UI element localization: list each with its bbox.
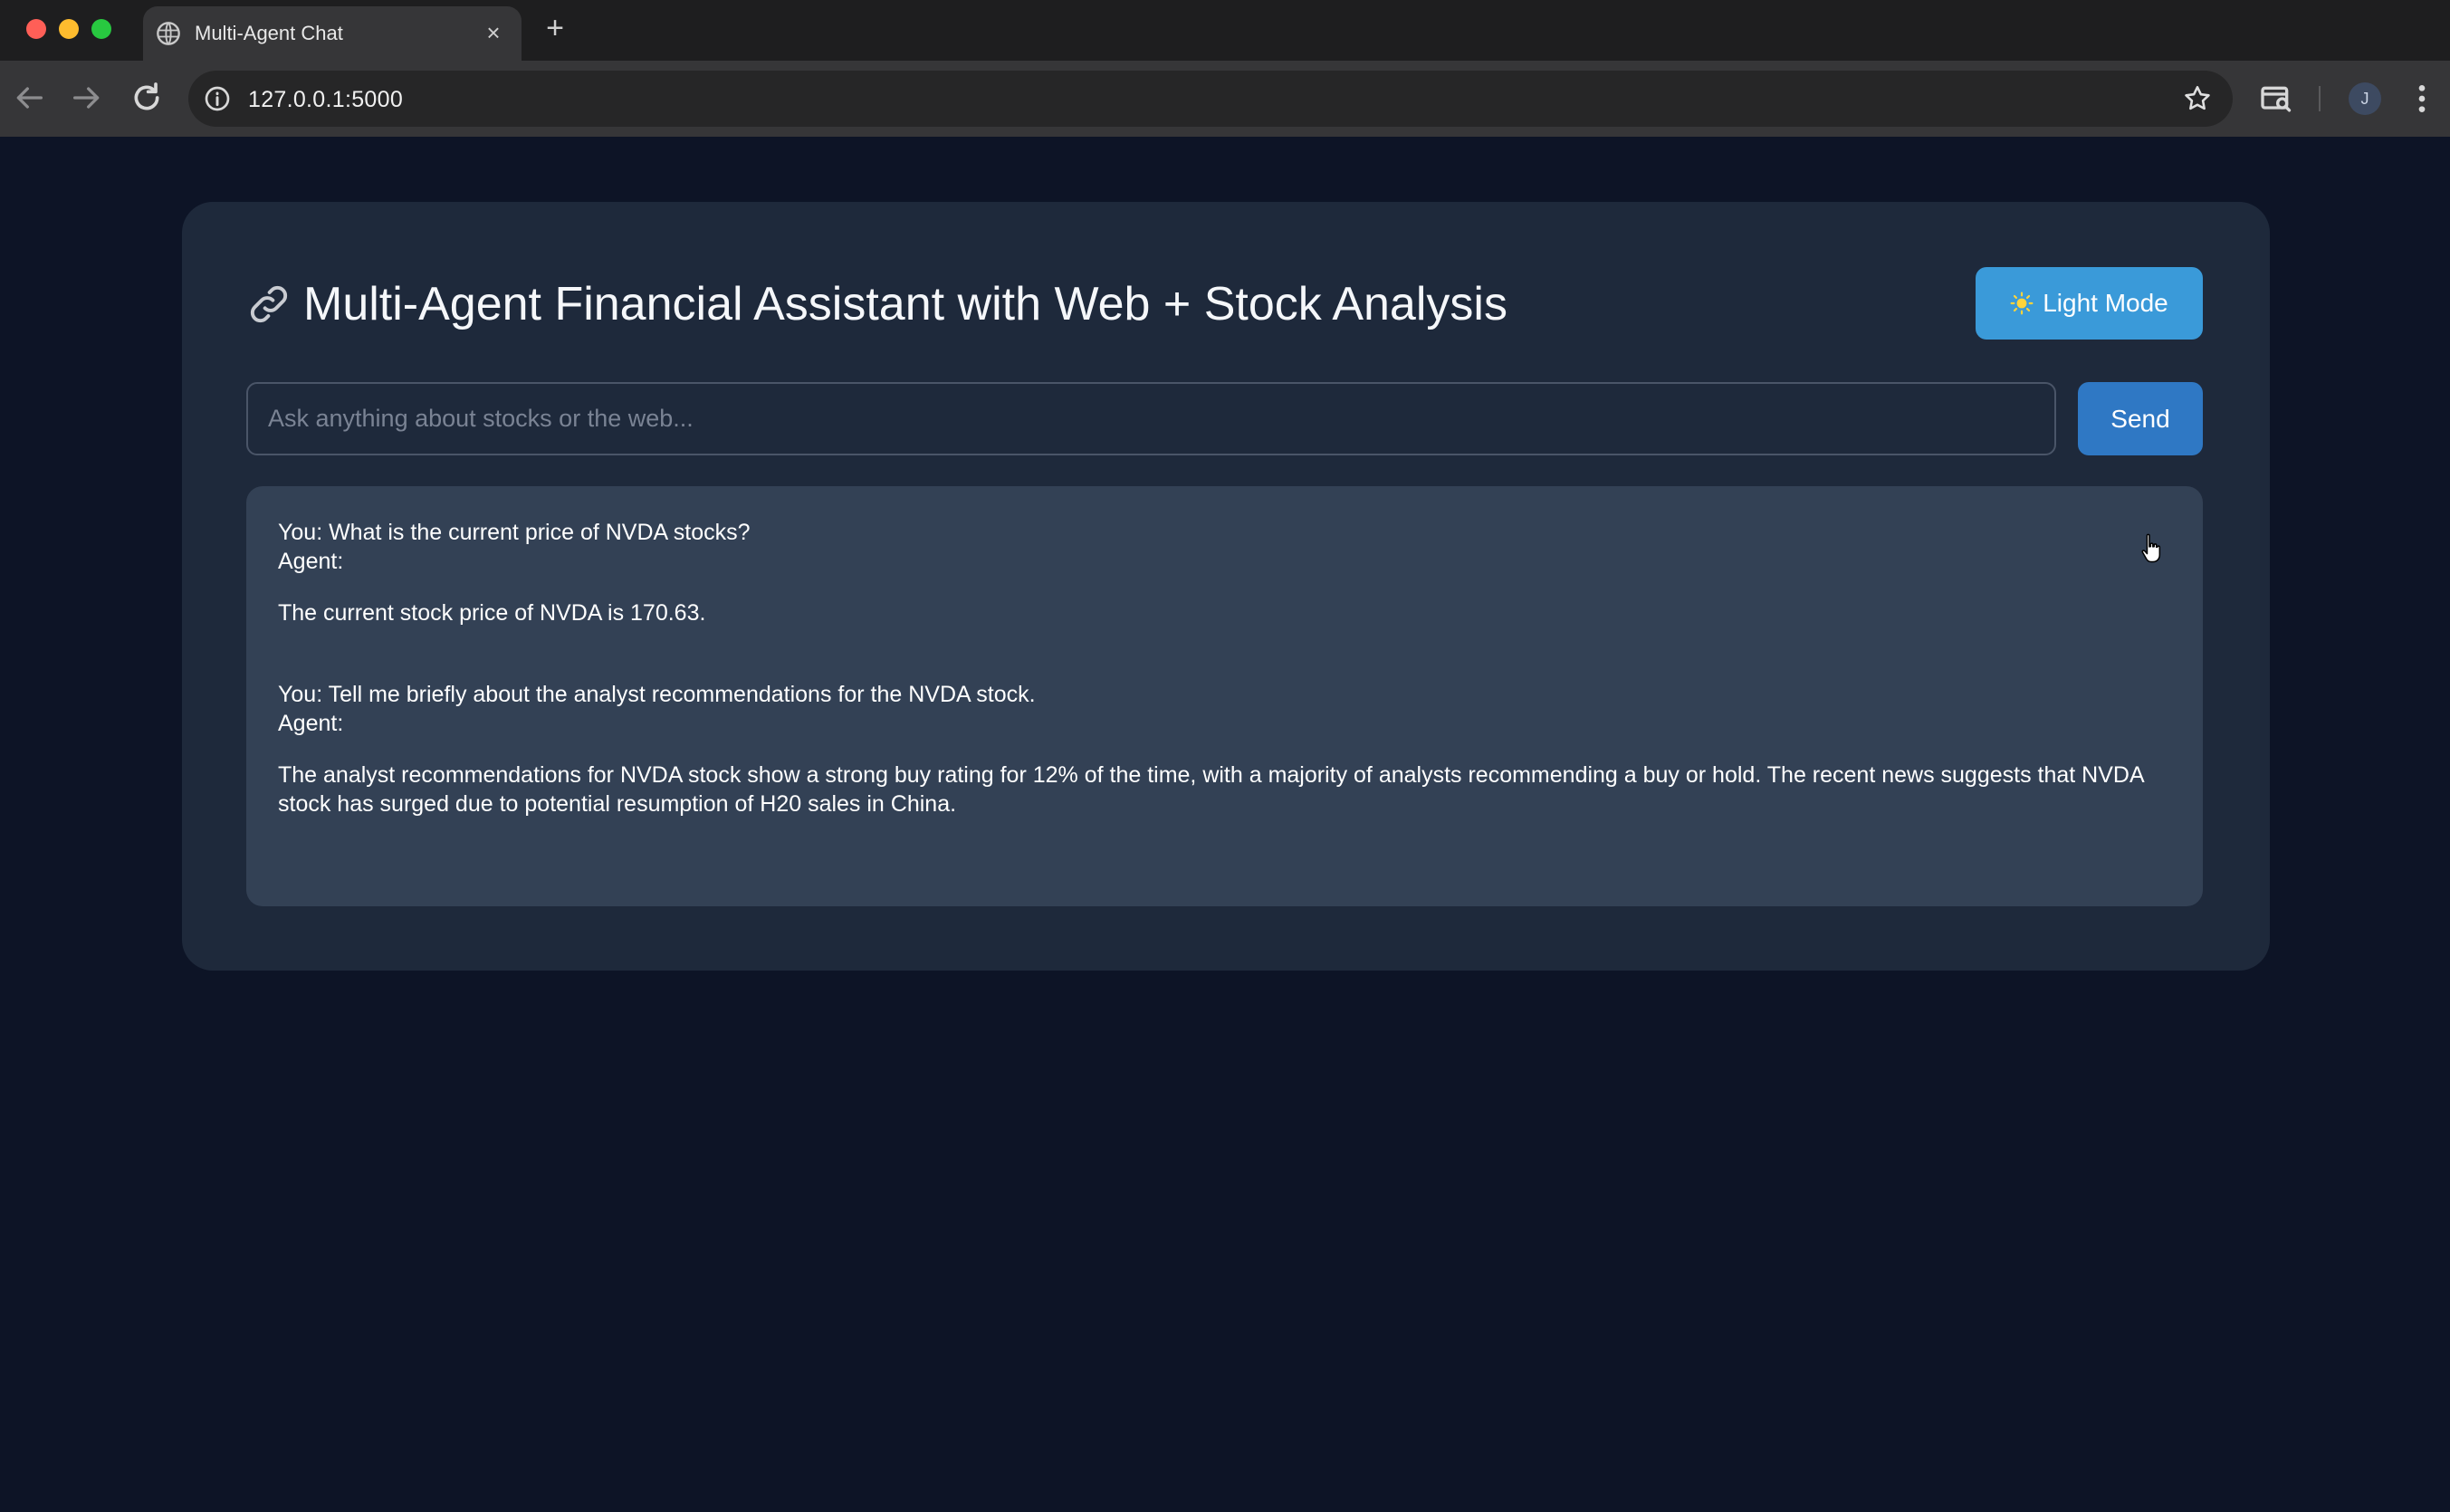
agent-label: Agent: [278, 711, 344, 736]
agent-label: Agent: [278, 549, 344, 574]
hand-pointer-icon [2141, 533, 2161, 563]
light-mode-label: Light Mode [2043, 289, 2168, 317]
toolbar-divider [2319, 86, 2321, 111]
user-message: You: What is the current price of NVDA s… [278, 520, 751, 545]
window-minimize-button[interactable] [59, 19, 79, 39]
browser-tab-strip: Multi-Agent Chat × + [0, 0, 2450, 61]
profile-avatar[interactable]: J [2349, 82, 2381, 115]
back-arrow-icon[interactable] [11, 80, 47, 116]
link-icon [250, 285, 288, 323]
agent-message: The current stock price of NVDA is 170.6… [278, 600, 706, 626]
window-maximize-button[interactable] [91, 19, 111, 39]
agent-message: The analyst recommendations for NVDA sto… [278, 762, 2144, 817]
tab-close-icon[interactable]: × [478, 17, 509, 48]
browser-tab-active[interactable]: Multi-Agent Chat × [143, 6, 522, 61]
chat-card: Multi-Agent Financial Assistant with Web… [182, 202, 2270, 971]
browser-toolbar: 127.0.0.1:5000 J [0, 61, 2450, 137]
chat-exchange: You: What is the current price of NVDA s… [278, 518, 2149, 627]
site-info-icon[interactable] [203, 84, 232, 113]
globe-icon [157, 22, 180, 45]
query-input[interactable] [246, 382, 2056, 455]
window-close-button[interactable] [26, 19, 46, 39]
sun-icon [2010, 292, 2034, 315]
bookmark-star-icon[interactable] [2182, 83, 2213, 114]
chat-history: You: What is the current price of NVDA s… [246, 486, 2203, 906]
header: Multi-Agent Financial Assistant with Web… [245, 273, 1507, 336]
url-text: 127.0.0.1:5000 [248, 87, 404, 112]
search-tabs-icon[interactable] [2258, 81, 2294, 117]
tab-title: Multi-Agent Chat [195, 22, 343, 44]
new-tab-button[interactable]: + [538, 10, 572, 46]
page-viewport: Multi-Agent Financial Assistant with Web… [0, 137, 2450, 1512]
reload-icon[interactable] [129, 80, 165, 116]
light-mode-button[interactable]: Light Mode [1976, 267, 2203, 340]
user-message: You: Tell me briefly about the analyst r… [278, 682, 1036, 707]
chat-exchange: You: Tell me briefly about the analyst r… [278, 680, 2149, 818]
page-title: Multi-Agent Financial Assistant with Web… [303, 278, 1507, 330]
forward-arrow-icon[interactable] [69, 80, 105, 116]
more-menu-icon[interactable] [2408, 81, 2436, 117]
address-bar[interactable]: 127.0.0.1:5000 [188, 71, 2233, 127]
send-button[interactable]: Send [2078, 382, 2203, 455]
